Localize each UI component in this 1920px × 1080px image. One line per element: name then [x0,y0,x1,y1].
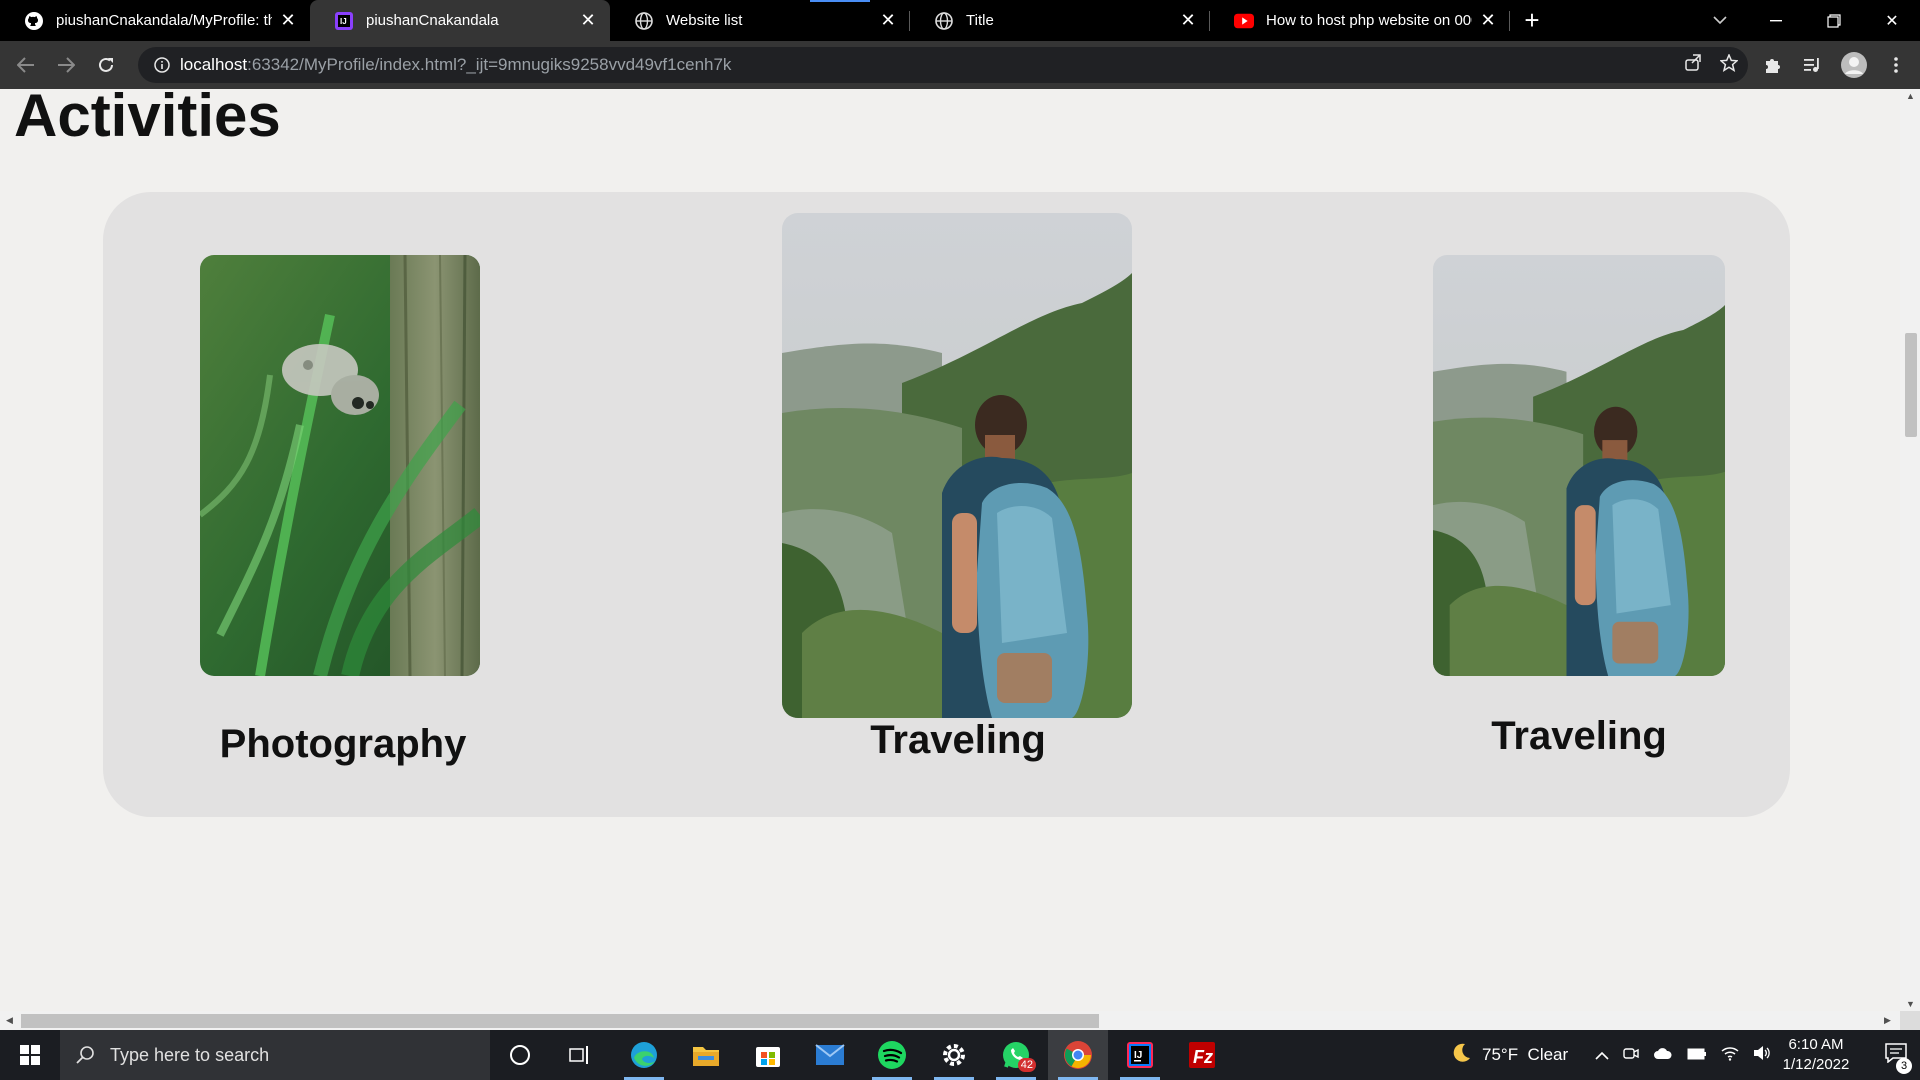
spotify-icon[interactable] [862,1030,922,1080]
mail-icon[interactable] [800,1030,860,1080]
url-path: :63342/MyProfile/index.html?_ijt=9mnugik… [247,55,732,74]
clock-date: 1/12/2022 [1782,1056,1850,1073]
scroll-up-arrow-icon[interactable]: ▲ [1906,91,1915,101]
onedrive-cloud-icon[interactable] [1653,1045,1673,1065]
svg-text:IJ: IJ [1134,1050,1142,1061]
reload-button[interactable] [86,45,126,85]
scroll-left-arrow-icon[interactable]: ◀ [6,1015,13,1026]
whatsapp-icon[interactable]: 42 [986,1030,1046,1080]
web-page: Activities Photography Traveling Traveli… [0,89,1900,1011]
tab-github[interactable]: piushanCnakandala/MyProfile: th ✕ [0,0,310,41]
settings-gear-icon[interactable] [924,1030,984,1080]
share-icon[interactable] [1684,53,1702,77]
chrome-icon[interactable] [1048,1030,1108,1080]
search-placeholder: Type here to search [110,1044,270,1065]
profile-avatar[interactable] [1834,45,1874,85]
close-icon[interactable]: ✕ [878,10,898,31]
action-center-button[interactable]: 3 [1872,1030,1920,1080]
tab-search-icon[interactable] [1692,0,1748,41]
activity-image-traveling [782,213,1132,718]
youtube-icon [1234,11,1254,31]
clock-time: 6:10 AM [1788,1036,1844,1053]
tab-title-page[interactable]: Title ✕ [910,0,1210,41]
close-icon[interactable]: ✕ [1478,10,1498,31]
restore-button[interactable] [1806,0,1862,41]
meet-now-icon[interactable] [1623,1045,1639,1066]
cortana-icon[interactable] [490,1030,550,1080]
toolbar: localhost:63342/MyProfile/index.html?_ij… [0,41,1920,89]
system-tray [1595,1030,1771,1080]
scrollbar-corner [1900,1011,1920,1030]
horizontal-scroll-thumb[interactable] [21,1014,1099,1028]
tab-title: Title [966,12,994,29]
taskbar-search-input[interactable]: Type here to search [60,1030,490,1080]
globe-icon [634,11,654,31]
tab-title: piushanCnakandala [366,12,499,29]
info-icon[interactable] [144,57,180,73]
vertical-scroll-thumb[interactable] [1905,333,1917,437]
whatsapp-badge: 42 [1017,1058,1036,1072]
weather-widget[interactable]: 75°F Clear [1450,1030,1568,1080]
extensions-puzzle-icon[interactable] [1752,45,1792,85]
activity-caption-traveling: Traveling [870,718,1046,762]
notification-count: 3 [1896,1058,1912,1074]
vertical-scrollbar[interactable]: ▲ ▼ [1900,89,1920,1011]
forward-button[interactable] [46,45,86,85]
microsoft-store-icon[interactable] [738,1030,798,1080]
system-clock[interactable]: 6:10 AM 1/12/2022 [1768,1035,1864,1075]
url-host: localhost [180,55,248,74]
globe-icon [934,11,954,31]
media-queue-icon[interactable] [1792,45,1832,85]
page-title: Activities [14,89,281,149]
tab-loading-indicator [810,0,870,2]
activity-caption-traveling-2: Traveling [1491,714,1667,758]
tab-youtube[interactable]: How to host php website on 000 ✕ [1210,0,1510,41]
tab-intellij[interactable]: IJ piushanCnakandala ✕ [310,0,610,41]
weather-text: 75°F Clear [1482,1045,1569,1064]
file-explorer-icon[interactable] [676,1030,736,1080]
horizontal-scrollbar[interactable]: ◀ ▶ [0,1011,1900,1030]
scroll-down-arrow-icon[interactable]: ▼ [1906,999,1915,1009]
chevron-up-icon[interactable] [1595,1045,1609,1065]
wifi-icon[interactable] [1721,1045,1739,1066]
address-bar[interactable]: localhost:63342/MyProfile/index.html?_ij… [138,47,1748,83]
windows-taskbar: Type here to search 42 IJ Fz 75°F Clear … [0,1030,1920,1080]
close-window-button[interactable]: ✕ [1864,0,1920,41]
tab-strip: piushanCnakandala/MyProfile: th ✕ IJ piu… [0,0,1920,41]
svg-text:Fz: Fz [1193,1047,1213,1067]
activity-caption-photography: Photography [219,722,467,766]
url-text[interactable]: localhost:63342/MyProfile/index.html?_ij… [180,55,731,75]
activity-image-traveling-2 [1433,255,1725,676]
close-icon[interactable]: ✕ [278,10,298,31]
battery-icon[interactable] [1687,1045,1707,1065]
tab-separator [1509,11,1510,31]
intellij-icon: IJ [334,11,354,31]
close-icon[interactable]: ✕ [1178,10,1198,31]
filezilla-icon[interactable]: Fz [1172,1030,1232,1080]
search-icon [60,1045,110,1065]
bookmark-star-icon[interactable] [1719,52,1739,77]
task-view-icon[interactable] [550,1030,610,1080]
tab-title: Website list [666,12,743,29]
edge-browser-icon[interactable] [614,1030,674,1080]
new-tab-button[interactable]: + [1510,0,1554,41]
intellij-idea-icon[interactable]: IJ [1110,1030,1170,1080]
tab-website-list[interactable]: Website list ✕ [610,0,910,41]
scroll-right-arrow-icon[interactable]: ▶ [1884,1015,1891,1026]
svg-text:IJ: IJ [340,17,347,26]
omnibox-actions [1684,47,1739,83]
close-icon[interactable]: ✕ [578,10,598,31]
back-button[interactable] [6,45,46,85]
moon-icon [1450,1042,1472,1069]
menu-kebab-icon[interactable] [1876,45,1916,85]
activity-image-photography [200,255,480,676]
activities-card: Photography Traveling Traveling [103,192,1790,817]
windows-start-icon[interactable] [0,1030,60,1080]
tab-title: How to host php website on 000 [1266,12,1472,29]
minimize-button[interactable] [1748,0,1804,41]
tab-title: piushanCnakandala/MyProfile: th [56,12,272,29]
github-icon [24,11,44,31]
